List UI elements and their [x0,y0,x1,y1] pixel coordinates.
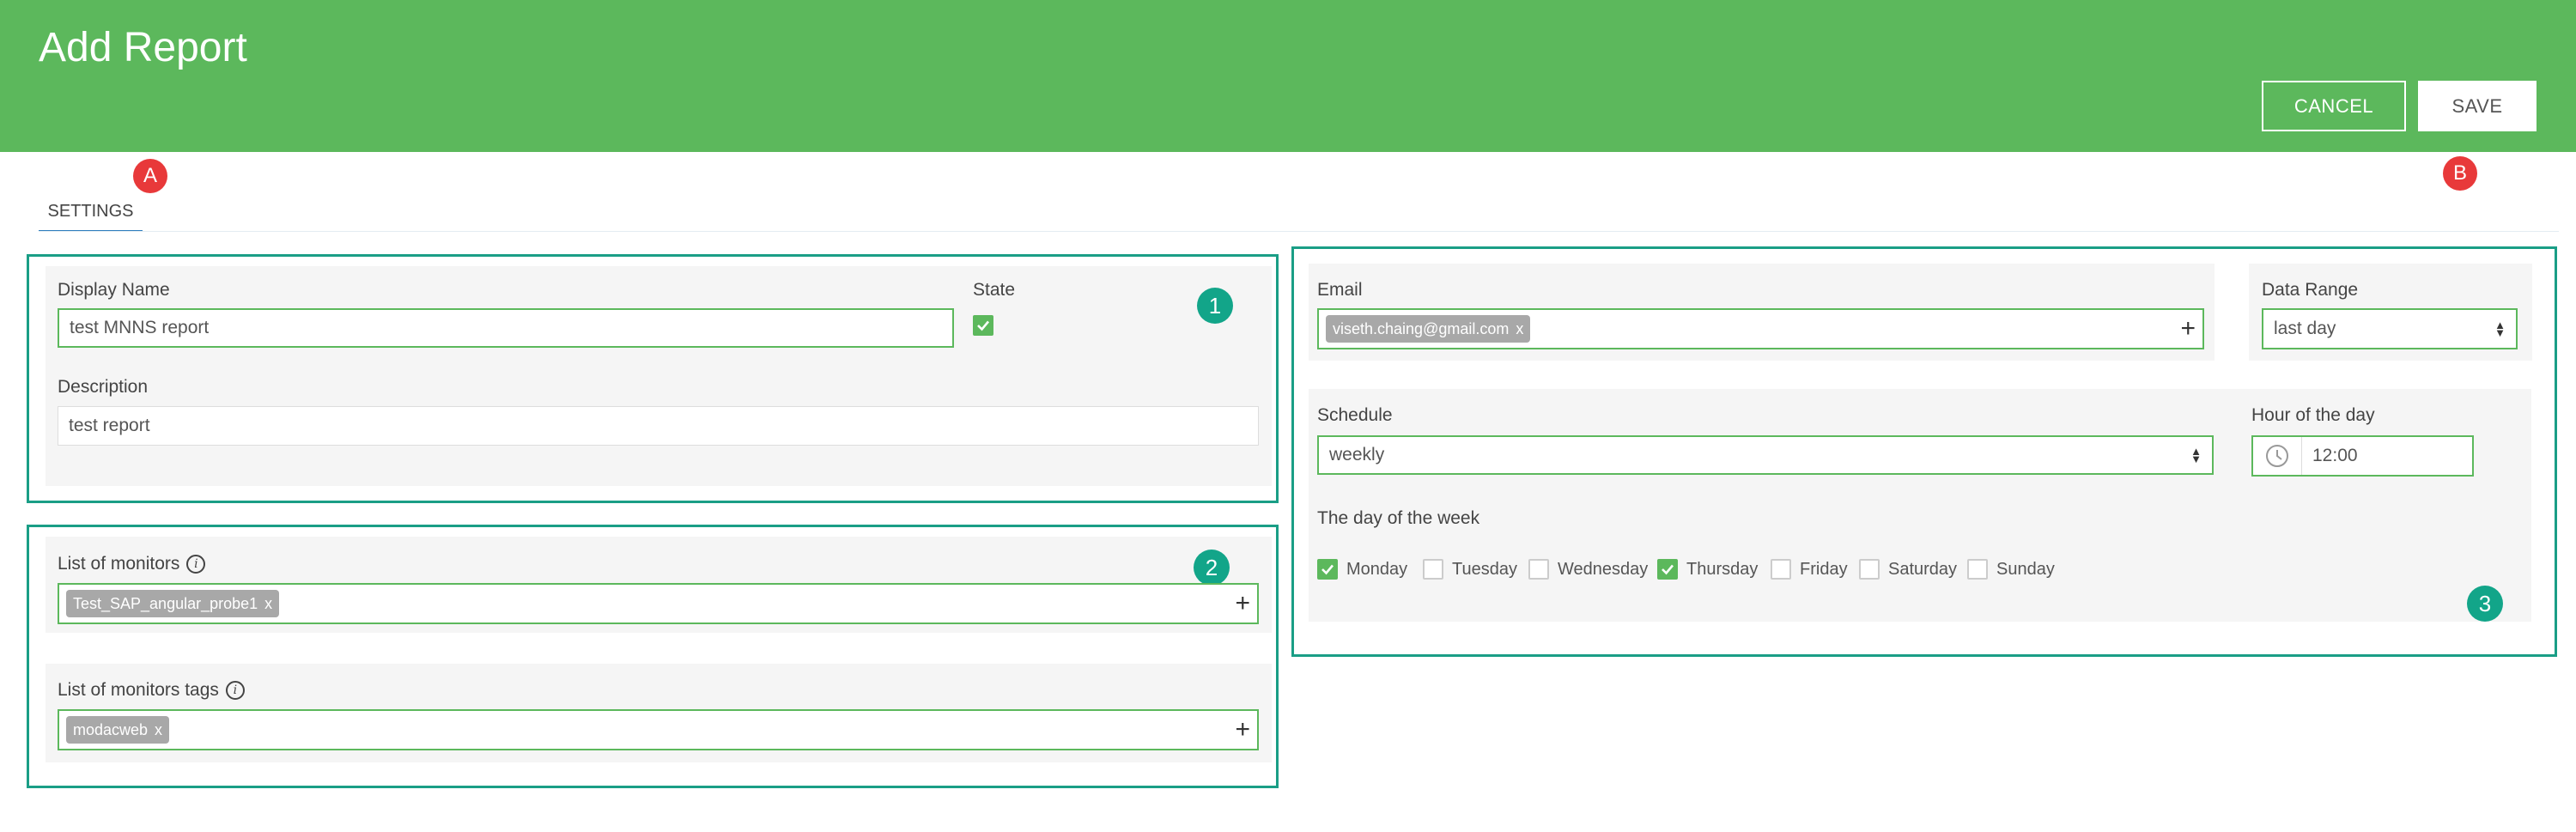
data-range-select[interactable]: last day ▲ ▼ [2262,308,2518,349]
description-input[interactable]: test report [58,406,1259,446]
description-value: test report [69,416,150,435]
add-email-icon[interactable]: + [2180,316,2196,342]
data-range-label: Data Range [2262,280,2359,300]
day-label: Friday [1800,559,1848,579]
monitors-list-label: List of monitors [58,554,180,574]
add-monitor-icon[interactable]: + [1235,591,1250,616]
marker-b: B [2443,156,2477,191]
day-checkbox[interactable] [1771,559,1791,580]
select-arrows-icon: ▲ ▼ [2494,319,2506,339]
day-wednesday[interactable]: Wednesday [1528,559,1648,580]
day-checkbox[interactable] [1657,559,1678,580]
schedule-label: Schedule [1317,405,1393,425]
day-label: Wednesday [1558,559,1649,579]
day-label: Sunday [1996,559,2055,579]
schedule-select[interactable]: weekly ▲ ▼ [1317,435,2214,475]
remove-tag-icon[interactable]: x [155,721,162,739]
day-checkbox[interactable] [1317,559,1338,580]
email-tag-label: viseth.chaing@gmail.com [1333,319,1510,337]
check-icon [1662,564,1674,575]
monitors-list-label-row: List of monitors i [58,554,206,574]
day-tuesday[interactable]: Tuesday [1423,559,1517,580]
hour-input[interactable]: 12:00 [2251,435,2474,477]
info-icon[interactable]: i [225,681,245,700]
day-friday[interactable]: Friday [1771,559,1848,580]
remove-tag-icon[interactable]: x [264,595,272,613]
email-tag: viseth.chaing@gmail.com x [1326,315,1531,343]
state-checkbox[interactable] [973,315,993,336]
header-bar [0,0,2576,152]
monitors-list-input[interactable]: Test_SAP_angular_probe1 x + [58,583,1259,624]
check-icon [1321,564,1334,575]
clock-icon [2253,443,2301,469]
add-monitor-tag-icon[interactable]: + [1235,717,1250,743]
marker-a: A [133,159,167,193]
state-label: State [973,280,1016,300]
remove-tag-icon[interactable]: x [1516,320,1523,338]
day-of-week-label: The day of the week [1317,508,1480,528]
day-checkbox[interactable] [1967,559,1988,580]
info-icon[interactable]: i [186,555,206,574]
day-checkbox[interactable] [1423,559,1443,580]
select-arrows-icon: ▲ ▼ [2190,445,2202,465]
page-title: Add Report [39,25,247,70]
marker-1: 1 [1197,288,1233,324]
monitor-tags-tag: modacweb x [66,716,170,744]
monitors-tags-label: List of monitors tags [58,680,219,700]
hour-value: 12:00 [2301,437,2358,475]
email-input[interactable]: viseth.chaing@gmail.com x + [1317,308,2204,349]
save-button[interactable]: SAVE [2418,81,2537,131]
day-sunday[interactable]: Sunday [1967,559,2055,580]
description-label: Description [58,377,149,397]
monitors-tags-input[interactable]: modacweb x + [58,709,1259,750]
hour-label: Hour of the day [2251,405,2375,425]
day-checkbox[interactable] [1528,559,1549,580]
tab-divider [39,231,2559,232]
email-label: Email [1317,280,1363,300]
display-name-label: Display Name [58,280,170,300]
monitor-tag: Test_SAP_angular_probe1 x [66,590,280,617]
marker-3: 3 [2467,586,2503,622]
monitor-tags-tag-label: modacweb [73,720,149,738]
data-range-value: last day [2274,319,2336,338]
general-settings-panel [46,266,1272,486]
monitors-tags-label-row: List of monitors tags i [58,680,245,701]
check-icon [977,320,989,331]
day-label: Monday [1346,559,1408,579]
day-label: Saturday [1888,559,1958,579]
day-thursday[interactable]: Thursday [1657,559,1758,580]
day-checkbox[interactable] [1859,559,1880,580]
marker-2: 2 [1194,550,1230,586]
day-saturday[interactable]: Saturday [1859,559,1957,580]
schedule-value: weekly [1329,445,1385,465]
display-name-value: test MNNS report [70,318,210,337]
day-label: Thursday [1686,559,1759,579]
cancel-button[interactable]: CANCEL [2262,81,2406,131]
monitor-tag-label: Test_SAP_angular_probe1 [73,594,258,612]
day-label: Tuesday [1452,559,1517,579]
display-name-input[interactable]: test MNNS report [58,308,954,348]
tab-settings[interactable]: SETTINGS [39,192,143,232]
day-monday[interactable]: Monday [1317,559,1407,580]
